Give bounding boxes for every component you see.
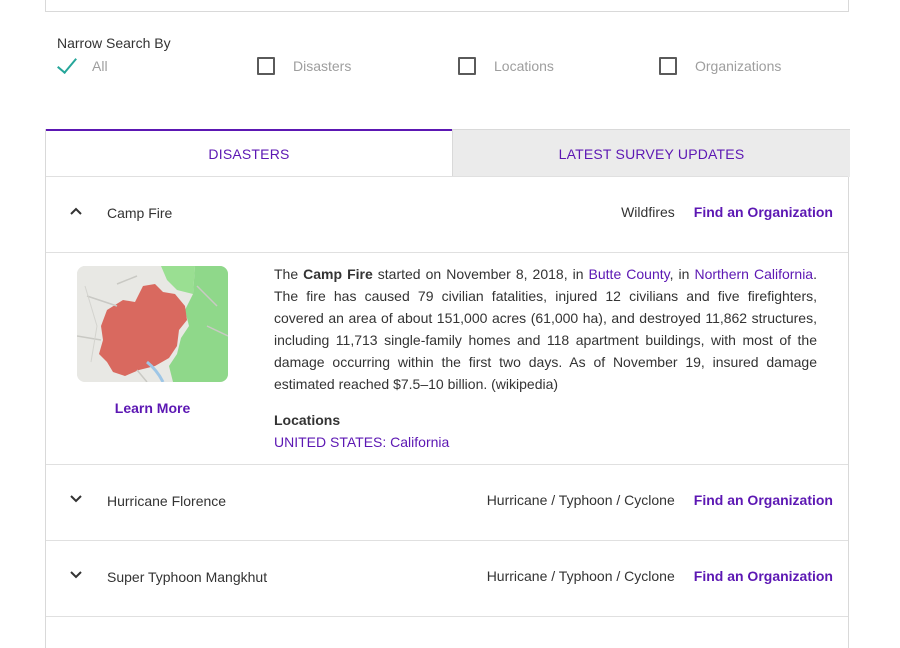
tab-disasters[interactable]: DISASTERS bbox=[46, 129, 452, 177]
disaster-name: Camp Fire bbox=[107, 205, 173, 221]
previous-panel-edge bbox=[45, 0, 849, 12]
disaster-row-hurricane-florence[interactable]: Hurricane Florence Hurricane / Typhoon /… bbox=[46, 464, 848, 540]
disaster-detail-camp-fire: Learn More The Camp Fire started on Nove… bbox=[46, 252, 848, 464]
northern-california-link[interactable]: Northern California bbox=[694, 266, 813, 282]
filter-organizations-label: Organizations bbox=[695, 58, 782, 74]
filter-disasters[interactable]: Disasters bbox=[257, 54, 351, 78]
filter-all[interactable]: All bbox=[54, 54, 108, 78]
chevron-up-icon[interactable] bbox=[68, 203, 84, 219]
filter-locations[interactable]: Locations bbox=[458, 54, 554, 78]
disaster-type: Hurricane / Typhoon / Cyclone bbox=[486, 492, 675, 508]
filter-organizations-checkbox[interactable] bbox=[659, 57, 677, 75]
location-link[interactable]: UNITED STATES: California bbox=[274, 434, 449, 450]
find-organization-link[interactable]: Find an Organization bbox=[694, 204, 833, 220]
butte-county-link[interactable]: Butte County bbox=[589, 266, 670, 282]
learn-more-link[interactable]: Learn More bbox=[77, 400, 228, 416]
disaster-meta: Hurricane / Typhoon / Cyclone Find an Or… bbox=[487, 492, 833, 508]
tab-latest-survey-updates[interactable]: LATEST SURVEY UPDATES bbox=[452, 129, 850, 177]
description-text: , in bbox=[669, 266, 695, 282]
disaster-type: Wildfires bbox=[621, 204, 675, 220]
filter-locations-label: Locations bbox=[494, 58, 554, 74]
filter-all-label: All bbox=[92, 58, 108, 74]
disaster-type: Hurricane / Typhoon / Cyclone bbox=[486, 568, 675, 584]
chevron-down-icon[interactable] bbox=[68, 567, 84, 583]
filter-disasters-checkbox[interactable] bbox=[257, 57, 275, 75]
filter-organizations[interactable]: Organizations bbox=[659, 54, 781, 78]
description-bold-name: Camp Fire bbox=[303, 266, 373, 282]
locations-heading: Locations bbox=[274, 412, 341, 428]
filter-locations-checkbox[interactable] bbox=[458, 57, 476, 75]
disaster-row-camp-fire[interactable]: Camp Fire Wildfires Find an Organization bbox=[46, 176, 848, 252]
description-text: The bbox=[274, 266, 304, 282]
filter-disasters-label: Disasters bbox=[293, 58, 352, 74]
disaster-row-partial[interactable] bbox=[46, 616, 848, 648]
camp-fire-map-image bbox=[77, 266, 228, 382]
narrow-search-title: Narrow Search By bbox=[57, 35, 171, 51]
disaster-meta: Wildfires Find an Organization bbox=[621, 204, 833, 220]
results-panel: DISASTERS LATEST SURVEY UPDATES Camp Fir… bbox=[45, 129, 850, 648]
disaster-description: The Camp Fire started on November 8, 201… bbox=[274, 263, 817, 395]
disaster-meta: Hurricane / Typhoon / Cyclone Find an Or… bbox=[487, 568, 833, 584]
find-organization-link[interactable]: Find an Organization bbox=[694, 492, 833, 508]
filter-options: All Disasters Locations Organizations bbox=[52, 54, 852, 78]
chevron-down-icon[interactable] bbox=[68, 491, 84, 507]
disaster-row-super-typhoon-mangkhut[interactable]: Super Typhoon Mangkhut Hurricane / Typho… bbox=[46, 540, 848, 616]
tab-bar: DISASTERS LATEST SURVEY UPDATES bbox=[46, 129, 850, 177]
description-text: started on November 8, 2018, in bbox=[372, 266, 589, 282]
find-organization-link[interactable]: Find an Organization bbox=[694, 568, 833, 584]
disaster-name: Hurricane Florence bbox=[107, 493, 227, 509]
check-icon bbox=[54, 54, 80, 78]
disaster-name: Super Typhoon Mangkhut bbox=[107, 569, 268, 585]
description-text: . The fire has caused 79 civilian fatali… bbox=[274, 266, 817, 392]
